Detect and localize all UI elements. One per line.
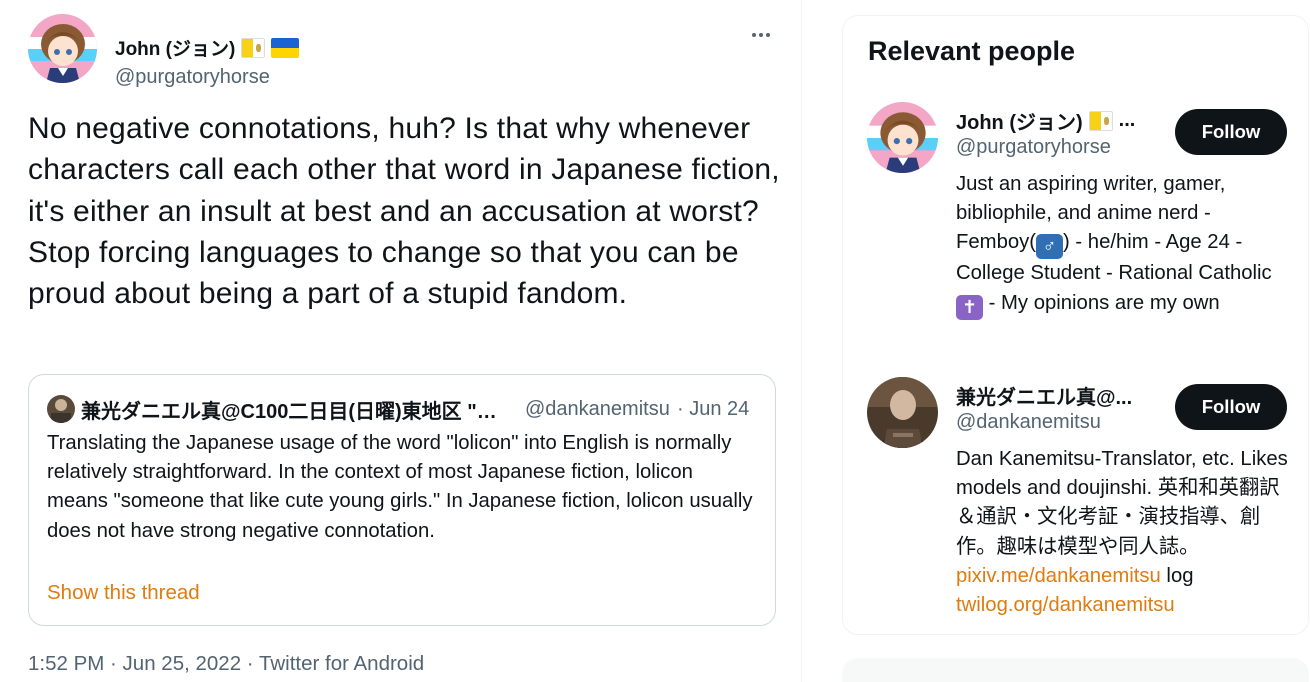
quoted-tweet[interactable]: 兼光ダニエル真@C100二日目(日曜)東地区 "ヤ" 54b @dankanem…	[28, 374, 776, 626]
person-bio-text: Dan Kanemitsu-Translator, etc. Likes mod…	[956, 448, 1288, 558]
person-name[interactable]: John (ジョン) ...	[956, 106, 1135, 135]
author-name-text: John (ジョン)	[115, 39, 236, 60]
quoted-author-handle: @dankanemitsu	[525, 397, 670, 420]
show-thread-link[interactable]: Show this thread	[47, 581, 200, 605]
person-avatar[interactable]	[867, 102, 938, 173]
quoted-tweet-header: 兼光ダニエル真@C100二日目(日曜)東地区 "ヤ" 54b @dankanem…	[47, 395, 749, 423]
author-avatar[interactable]	[28, 14, 97, 83]
quoted-tweet-text: Translating the Japanese usage of the wo…	[47, 432, 753, 542]
person-avatar[interactable]	[867, 377, 938, 448]
more-horizontal-icon	[752, 33, 770, 37]
pixiv-link[interactable]: pixiv.me/dankanemitsu	[956, 565, 1161, 587]
person-name[interactable]: 兼光ダニエル真@...	[956, 381, 1132, 410]
follow-button[interactable]: Follow	[1175, 384, 1287, 430]
twilog-link[interactable]: twilog.org/dankanemitsu	[956, 594, 1175, 616]
latin-cross-icon: ✝	[956, 294, 983, 320]
person-bio-text: - My opinions are my own	[983, 291, 1220, 314]
person-handle[interactable]: @purgatoryhorse	[956, 136, 1111, 159]
male-sign-icon: ♂	[1036, 234, 1064, 260]
tweet-header: John (ジョン) @purgatoryhorse	[28, 14, 788, 89]
relevant-people-title: Relevant people	[868, 36, 1076, 66]
person-name-text: John (ジョン)	[956, 112, 1083, 134]
more-options-button[interactable]	[748, 22, 774, 48]
trends-card	[842, 658, 1309, 682]
relevant-people-card: Relevant people John (ジョン) ... @purgator	[842, 15, 1309, 635]
person-name-ellipsis: ...	[1118, 109, 1136, 131]
quoted-author-name: 兼光ダニエル真@C100二日目(日曜)東地区 "ヤ" 54b	[81, 400, 509, 423]
follow-button[interactable]: Follow	[1175, 109, 1287, 155]
author-handle[interactable]: @purgatoryhorse	[115, 66, 270, 89]
quoted-author-avatar	[47, 395, 75, 423]
author-name[interactable]: John (ジョン)	[115, 34, 300, 61]
person-bio: Just an aspiring writer, gamer, biblioph…	[956, 170, 1288, 320]
quoted-tweet-date: · Jun 24	[677, 397, 750, 420]
tweet-timestamp[interactable]: 1:52 PM · Jun 25, 2022 · Twitter for And…	[28, 652, 424, 676]
person-bio: Dan Kanemitsu-Translator, etc. Likes mod…	[956, 445, 1288, 620]
person-bio-text: log	[1160, 564, 1194, 587]
ukraine-flag-icon	[271, 37, 300, 58]
vatican-flag-icon	[241, 37, 266, 58]
vatican-flag-icon	[1088, 110, 1113, 131]
tweet-column: John (ジョン) @purgatoryhorse No negative c…	[0, 0, 802, 682]
tweet-text: No negative connotations, huh? Is that w…	[28, 112, 780, 311]
person-handle[interactable]: @dankanemitsu	[956, 411, 1101, 434]
